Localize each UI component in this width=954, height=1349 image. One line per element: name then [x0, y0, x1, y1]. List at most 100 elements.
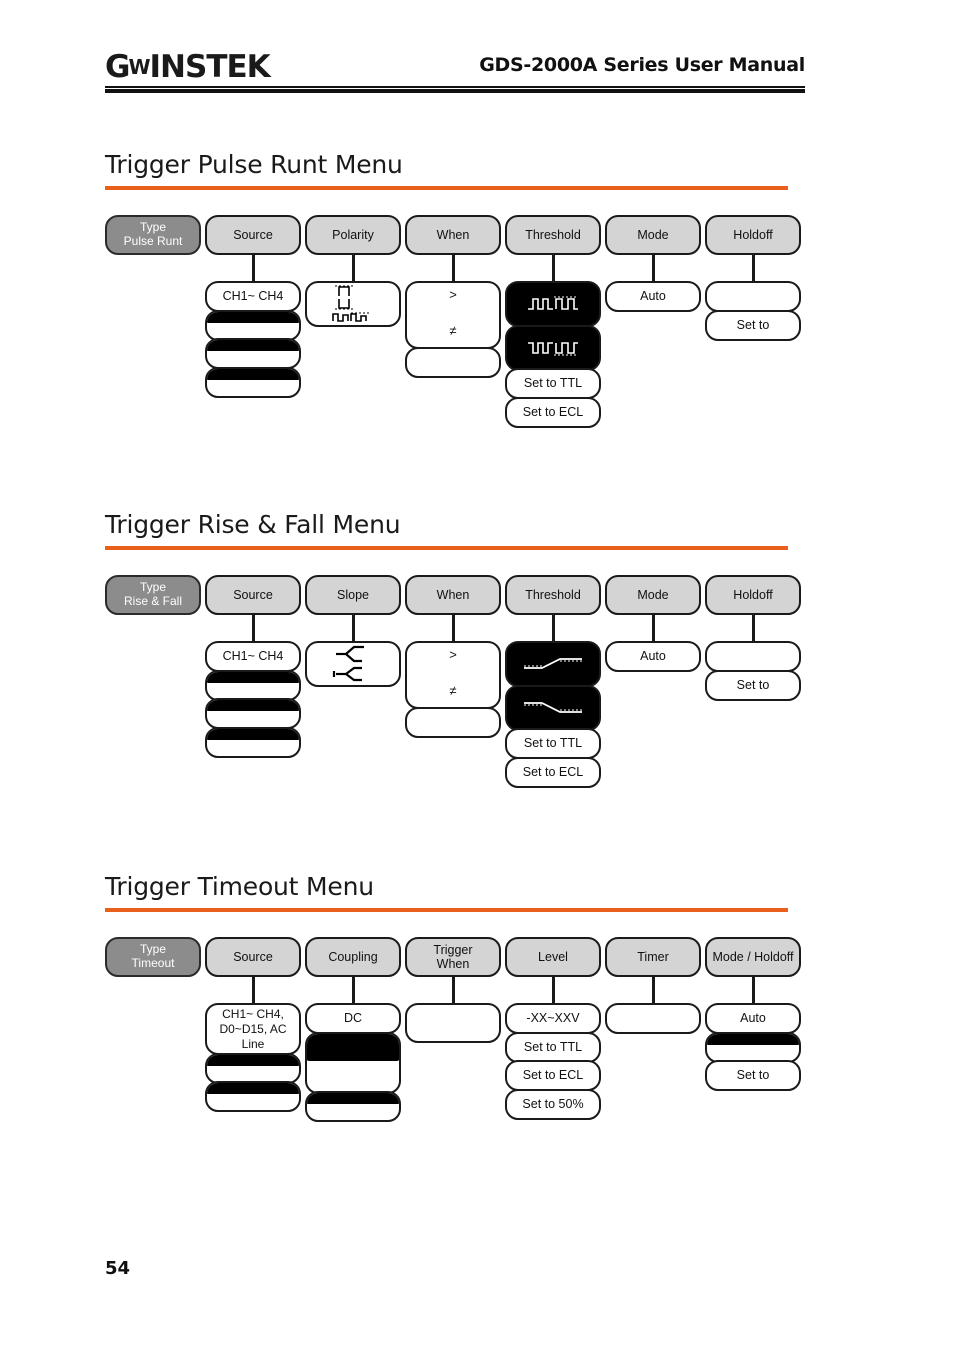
menu-diagram: Type Rise & Fall Source Slope When Threshold… [105, 575, 805, 788]
connector-stem [352, 615, 355, 641]
menu-option[interactable] [205, 698, 301, 729]
connector-stem [652, 615, 655, 641]
when-notequal-symbol: ≠ [449, 683, 457, 699]
menu-header-item-2[interactable]: Polarity [305, 215, 401, 255]
section-rule [105, 546, 788, 550]
page-number: 54 [105, 1258, 131, 1279]
menu-header-item-4[interactable]: Threshold [505, 575, 601, 615]
menu-header-item-5[interactable]: Mode [605, 575, 701, 615]
menu-option[interactable] [605, 1003, 701, 1034]
menu-option[interactable]: CH1~ CH4, D0~D15, AC Line [205, 1003, 301, 1055]
menu-option-columns: CH1~ CH4, D0~D15, AC Line DC -XX~XXV Set to… [105, 1003, 805, 1122]
menu-header-item-4[interactable]: Threshold [505, 215, 601, 255]
option-column-6: Set to [705, 281, 801, 341]
connector-stem [652, 977, 655, 1003]
menu-header-item-3[interactable]: When [405, 575, 501, 615]
menu-option[interactable] [205, 726, 301, 758]
option-column-2: DC [305, 1003, 401, 1122]
menu-option[interactable] [505, 324, 601, 371]
menu-option[interactable] [305, 1091, 401, 1122]
menu-option[interactable]: > ≠ [405, 281, 501, 349]
menu-option[interactable] [205, 1081, 301, 1112]
menu-option[interactable] [205, 366, 301, 398]
menu-option-label: Set to TTL [523, 376, 583, 391]
menu-option[interactable]: Auto [605, 641, 701, 672]
menu-option[interactable]: Set to TTL [505, 1031, 601, 1063]
menu-header-item-6[interactable]: Holdoff [705, 575, 801, 615]
menu-option-label: Set to TTL [523, 736, 583, 751]
menu-header-row: Type Rise & Fall Source Slope When Threshold… [105, 575, 805, 615]
menu-option[interactable]: Set to [705, 1060, 801, 1091]
option-column-5: Auto [605, 281, 701, 312]
menu-header-type[interactable]: Type Rise & Fall [105, 575, 201, 615]
menu-header-item-2[interactable]: Coupling [305, 937, 401, 977]
menu-header-item-1[interactable]: Source [205, 575, 301, 615]
menu-diagram: Type Pulse Runt Source Polarity When Thresho… [105, 215, 805, 428]
option-column-5: Auto [605, 641, 701, 672]
menu-header-item-6[interactable]: Mode / Holdoff [705, 937, 801, 977]
menu-option[interactable] [505, 641, 601, 687]
menu-header-item-1[interactable]: Source [205, 937, 301, 977]
menu-option[interactable]: Set to TTL [505, 368, 601, 399]
menu-option[interactable] [305, 1031, 401, 1094]
menu-option-columns: CH1~ CH4 > ≠ Set to TTL Set to ECL Auto Set to [105, 281, 805, 428]
menu-option[interactable]: Set to TTL [505, 728, 601, 759]
menu-header-type[interactable]: Type Pulse Runt [105, 215, 201, 255]
menu-option[interactable]: DC [305, 1003, 401, 1034]
menu-option[interactable] [505, 281, 601, 327]
menu-option-label: Set to [736, 1068, 770, 1083]
connector-stem [752, 977, 755, 1003]
menu-option[interactable] [705, 1031, 801, 1063]
menu-option[interactable] [405, 346, 501, 378]
section-2: Trigger Rise & Fall Menu Type Rise & Fall… [105, 510, 805, 788]
section-rule [105, 908, 788, 912]
menu-option[interactable]: Set to ECL [505, 396, 601, 428]
menu-option[interactable]: CH1~ CH4 [205, 641, 301, 672]
manual-page: GWINSTEK GDS-2000A Series User Manual Tr… [0, 0, 954, 1349]
menu-header-item-4[interactable]: Level [505, 937, 601, 977]
menu-option[interactable] [405, 706, 501, 738]
menu-option[interactable] [305, 281, 401, 327]
menu-option-label: CH1~ CH4 [222, 649, 284, 664]
menu-option[interactable]: Set to [705, 309, 801, 341]
menu-option[interactable] [705, 641, 801, 672]
slope-rise-fall-icon [332, 645, 364, 682]
menu-option[interactable]: Set to 50% [505, 1088, 601, 1120]
option-column-4: Set to TTL Set to ECL [505, 281, 601, 428]
option-column-4: -XX~XXV Set to TTL Set to ECL Set to 50% [505, 1003, 601, 1120]
logo-gw: G [105, 49, 130, 85]
menu-option[interactable]: -XX~XXV [505, 1003, 601, 1034]
menu-option[interactable] [205, 309, 301, 341]
menu-header-item-5[interactable]: Timer [605, 937, 701, 977]
menu-option[interactable] [405, 1003, 501, 1043]
menu-option[interactable] [305, 641, 401, 687]
section-title: Trigger Rise & Fall Menu [105, 510, 401, 539]
menu-option[interactable]: Auto [705, 1003, 801, 1034]
menu-header-type[interactable]: Type Timeout [105, 937, 201, 977]
menu-header-item-2[interactable]: Slope [305, 575, 401, 615]
menu-option[interactable] [705, 281, 801, 312]
when-notequal-symbol: ≠ [449, 323, 457, 339]
connector-stem [252, 615, 255, 641]
menu-header-item-5[interactable]: Mode [605, 215, 701, 255]
option-column-6: Auto Set to [705, 1003, 801, 1091]
connector-stems [105, 977, 805, 1003]
menu-header-item-3[interactable]: When [405, 215, 501, 255]
connector-stem [452, 977, 455, 1003]
menu-option[interactable] [205, 1052, 301, 1084]
menu-header-item-3[interactable]: Trigger When [405, 937, 501, 977]
menu-option[interactable]: > ≠ [405, 641, 501, 709]
menu-option[interactable] [205, 669, 301, 701]
connector-stems [105, 255, 805, 281]
menu-option[interactable] [505, 684, 601, 731]
menu-option[interactable]: Auto [605, 281, 701, 312]
menu-option[interactable]: Set to ECL [505, 1060, 601, 1091]
menu-header-item-6[interactable]: Holdoff [705, 215, 801, 255]
connector-stem [652, 255, 655, 281]
menu-option[interactable]: Set to ECL [505, 756, 601, 788]
option-column-3 [405, 1003, 501, 1043]
menu-option[interactable] [205, 338, 301, 369]
menu-option[interactable]: CH1~ CH4 [205, 281, 301, 312]
menu-option[interactable]: Set to [705, 669, 801, 701]
menu-header-item-1[interactable]: Source [205, 215, 301, 255]
